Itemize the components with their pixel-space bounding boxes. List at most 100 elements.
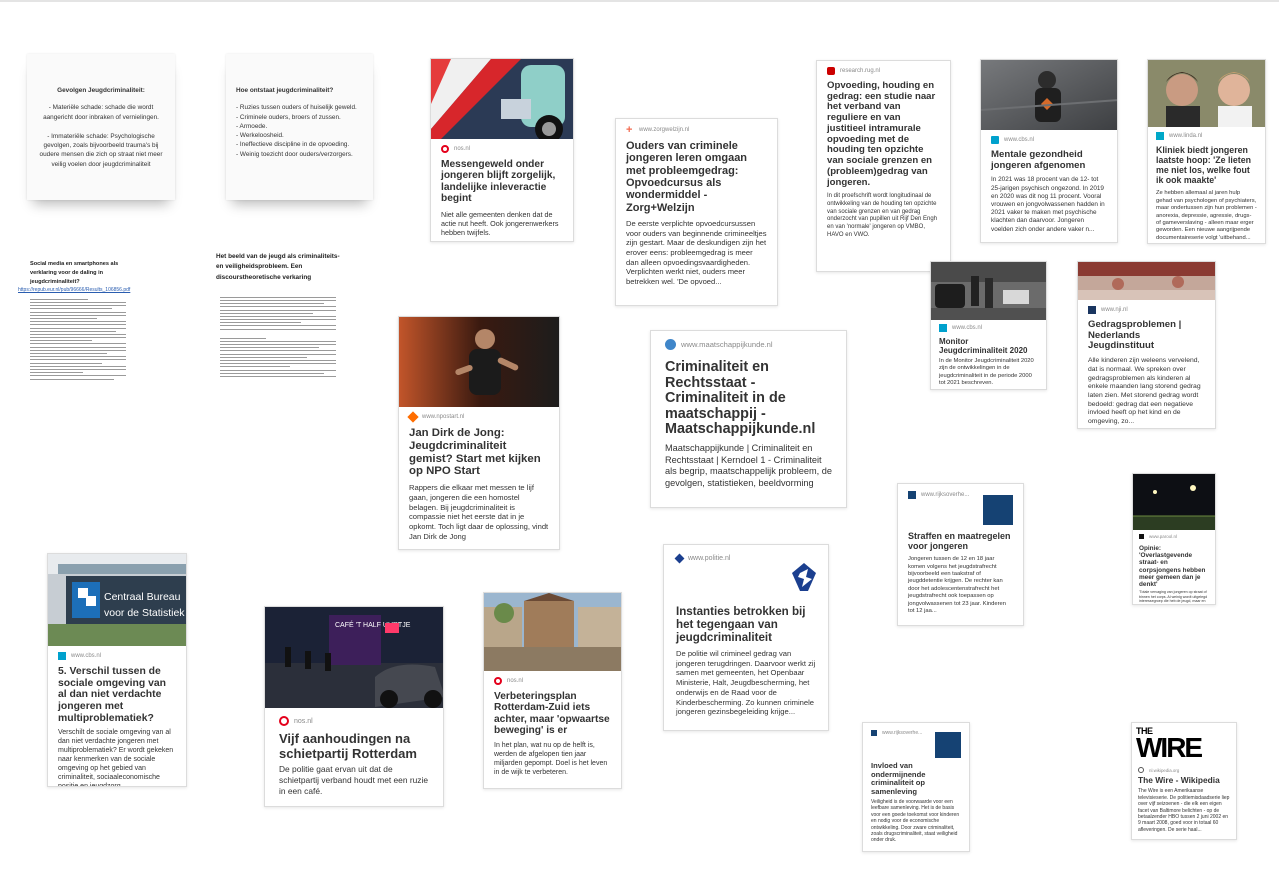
document-title: Social media en smartphones als verklari… [30, 261, 119, 285]
link-card-nos-schietpartij[interactable]: CAFÉ 'T HALF UURTJE nos.nl Vijf aanhoudi… [264, 606, 444, 807]
link-card-the-wire[interactable]: THE WIRE nl.wikipedia.org The Wire - Wik… [1131, 722, 1237, 840]
link-card-ondermijnende-criminaliteit[interactable]: www.rijksoverhe... Invloed van ondermijn… [862, 722, 970, 852]
card-image [1148, 60, 1265, 127]
parool-logo-icon [1139, 534, 1144, 539]
card-title: 5. Verschil tussen de sociale omgeving v… [58, 666, 166, 724]
card-title: Criminaliteit en Rechtsstaat - Criminali… [665, 359, 816, 438]
card-image [431, 59, 573, 139]
card-description: Jongeren tussen de 12 en 18 jaar komen v… [908, 556, 1006, 614]
link-card-zorgwelzijn[interactable]: + www.zorgwelzijn.nl Ouders van criminele… [615, 118, 778, 306]
note-line: - Weinig toezicht door ouders/verzorgers… [236, 150, 353, 158]
card-description: In de Monitor Jeugdcriminaliteit 2020 zi… [939, 357, 1034, 387]
card-description: Alle kinderen zijn weleens vervelend, da… [1088, 357, 1201, 426]
rijksoverheid-logo-icon [908, 491, 916, 499]
card-description: Rappers die elkaar met messen te lijf ga… [409, 483, 549, 541]
nji-logo-icon [1088, 306, 1096, 314]
card-source: www.rijksoverhe... [921, 492, 970, 498]
card-title: Straffen en maatregelen voor jongeren [908, 531, 1011, 552]
card-title: Kliniek biedt jongeren laatste hoop: 'Ze… [1156, 145, 1251, 185]
rijksoverheid-logo-icon [871, 730, 877, 736]
wikipedia-logo-icon [1138, 767, 1144, 773]
note-line: - Werkeloosheid. [236, 132, 284, 140]
card-image [399, 317, 559, 407]
card-source: www.npostart.nl [422, 414, 465, 420]
card-image [931, 262, 1046, 320]
cbs-sign-line1: Centraal Bureau [104, 591, 181, 603]
card-title: Messengeweld onder jongeren blijft zorge… [441, 159, 556, 205]
card-title: Invloed van ondermijnende criminaliteit … [871, 761, 926, 796]
card-description: In het plan, wat nu op de helft is, werd… [494, 741, 608, 776]
link-card-politie[interactable]: www.politie.nl Instanties betrokken bij … [663, 544, 829, 731]
link-card-npo-start[interactable]: www.npostart.nl Jan Dirk de Jong: Jeugdc… [398, 316, 560, 550]
card-description: The Wire is een Amerikaanse televisieser… [1138, 788, 1230, 833]
npo-logo-icon [407, 411, 419, 423]
card-image [484, 593, 621, 671]
cbs-logo-icon [991, 136, 999, 144]
note-title: Gevolgen Jeugdcriminaliteit: [57, 87, 145, 94]
note-line: - Criminele ouders, broers of zussen. [236, 113, 341, 121]
link-card-rug[interactable]: research.rug.nl Opvoeding, houding en ge… [816, 60, 951, 272]
cbs-logo-icon [939, 324, 947, 332]
rijksoverheid-emblem-icon [935, 732, 961, 758]
link-card-nos-messengeweld[interactable]: nos.nl Messengeweld onder jongeren blijf… [430, 58, 574, 242]
document-text-lines [220, 296, 336, 377]
card-description: De politie gaat ervan uit dat de schietp… [279, 764, 428, 796]
link-card-cbs-verschil[interactable]: Centraal Bureau voor de Statistiek www.cb… [47, 553, 187, 787]
card-source: research.rug.nl [840, 68, 881, 74]
note-line: - Immateriële schade: Psychologische gev… [39, 132, 163, 168]
card-source: nos.nl [294, 717, 313, 725]
sticky-note-ontstaan[interactable]: Hoe ontstaat jeugdcriminaliteit? - Ruzie… [226, 54, 373, 200]
card-description: Verschilt de sociale omgeving van al dan… [58, 729, 174, 787]
link-card-nji[interactable]: www.nji.nl Gedragsproblemen | Nederlands… [1077, 261, 1216, 429]
card-image [1078, 262, 1215, 300]
politie-logo-icon [674, 553, 685, 564]
document-title: Het beeld van de jeugd als criminaliteit… [216, 253, 340, 281]
note-line: - Armoede. [236, 122, 268, 130]
link-card-cbs-mentale-gezondheid[interactable]: www.cbs.nl Mentale gezondheid jongeren a… [980, 59, 1118, 243]
card-description: 'Totale vervaging van jongeren op straat… [1139, 590, 1208, 604]
card-description: Maatschappijkunde | Criminaliteit en Rec… [665, 442, 832, 489]
document-link[interactable]: https://repub.eur.nl/pub/96666/Results_1… [18, 287, 130, 293]
wire-logo-wire: WIRE [1136, 732, 1203, 763]
globe-icon [665, 339, 676, 350]
link-card-maatschappijkunde[interactable]: www.maatschappijkunde.nl Criminaliteit e… [650, 330, 847, 508]
link-card-cbs-monitor[interactable]: www.cbs.nl Monitor Jeugdcriminaliteit 20… [930, 261, 1047, 390]
card-source: www.politie.nl [688, 555, 731, 562]
card-source: www.maatschappijkunde.nl [681, 340, 773, 349]
document-thumbnail-beeld-jeugd[interactable]: Het beeld van de jeugd als criminaliteit… [216, 252, 340, 452]
card-title: Ouders van criminele jongeren leren omga… [626, 140, 748, 214]
document-thumbnail-social-media[interactable]: Social media en smartphones als verklari… [18, 260, 136, 450]
note-title: Hoe ontstaat jeugdcriminaliteit? [236, 87, 334, 94]
card-title: Jan Dirk de Jong: Jeugdcriminaliteit gem… [409, 427, 541, 478]
note-line: - Materiële schade: schade die wordt aan… [43, 104, 159, 121]
nos-logo-icon [441, 145, 449, 153]
rijksoverheid-emblem-icon [983, 495, 1013, 525]
card-description: Niet alle gemeenten denken dat de actie … [441, 209, 559, 238]
card-title: Opvoeding, houding en gedrag: een studie… [827, 80, 936, 188]
link-card-straffen-maatregelen[interactable]: www.rijksoverhe... Straffen en maatregel… [897, 483, 1024, 626]
card-image: CAFÉ 'T HALF UURTJE [265, 607, 443, 708]
card-image [1133, 474, 1215, 530]
cafe-sign: CAFÉ 'T HALF UURTJE [335, 620, 411, 629]
cbs-logo-icon [58, 652, 66, 660]
link-card-opinie[interactable]: www.parool.nl Opinie: 'Overlastgevende s… [1132, 473, 1216, 605]
sticky-note-gevolgen[interactable]: Gevolgen Jeugdcriminaliteit: - Materiële… [27, 54, 175, 200]
link-card-nos-rotterdam-zuid[interactable]: nos.nl Verbeteringsplan Rotterdam-Zuid i… [483, 592, 622, 789]
card-description: De politie wil crimineel gedrag van jong… [676, 648, 816, 717]
card-image: Centraal Bureau voor de Statistiek [48, 554, 186, 646]
card-source: www.linda.nl [1169, 133, 1203, 139]
card-image [981, 60, 1117, 130]
the-wire-logo: THE WIRE [1132, 723, 1236, 765]
card-description: Veiligheid is de voorwaarde voor een lee… [871, 799, 960, 844]
cbs-sign-line2: voor de Statistiek [104, 607, 185, 619]
card-source: www.nji.nl [1101, 307, 1128, 313]
link-card-linda-kliniek[interactable]: www.linda.nl Kliniek biedt jongeren laat… [1147, 59, 1266, 244]
card-title: Verbeteringsplan Rotterdam-Zuid iets ach… [494, 691, 610, 737]
card-source: www.cbs.nl [71, 653, 102, 659]
card-title: Monitor Jeugdcriminaliteit 2020 [939, 337, 1028, 355]
card-title: Mentale gezondheid jongeren afgenomen [991, 149, 1086, 171]
card-title: Vijf aanhoudingen na schietpartij Rotter… [279, 731, 417, 761]
card-title: Gedragsproblemen | Nederlands Jeugdinsti… [1088, 319, 1182, 352]
card-description: De eerste verplichte opvoedcursussen voo… [626, 218, 767, 287]
card-source: nos.nl [454, 146, 471, 152]
